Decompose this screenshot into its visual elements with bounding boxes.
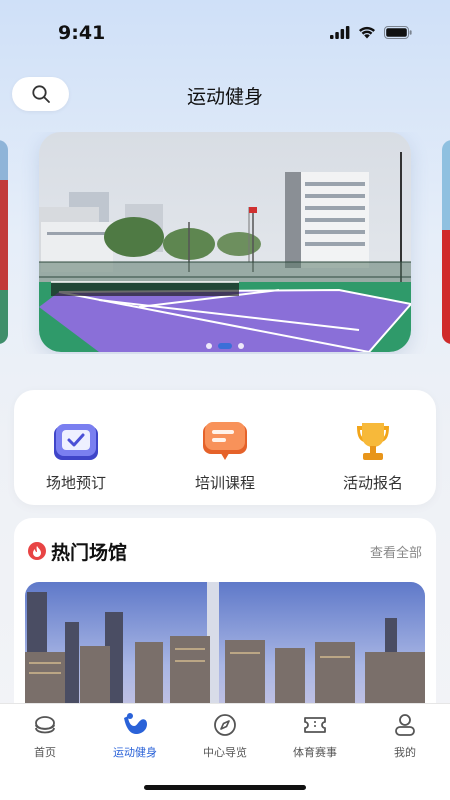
status-time: 9:41 — [58, 22, 106, 44]
carousel-indicator — [39, 343, 411, 349]
carousel-dot-active[interactable] — [218, 343, 232, 349]
wifi-icon — [359, 26, 375, 39]
battery-icon — [384, 26, 412, 39]
tab-label: 运动健身 — [113, 746, 157, 759]
calendar-check-icon — [54, 424, 98, 460]
fitness-icon — [124, 713, 147, 734]
quick-action-label: 培训课程 — [194, 474, 255, 492]
quick-action-label: 场地预订 — [45, 474, 106, 492]
ticket-icon — [304, 717, 326, 733]
carousel-dot[interactable] — [238, 343, 244, 349]
tab-sports-events[interactable]: 体育赛事 — [270, 712, 360, 760]
status-icons — [330, 26, 412, 39]
home-indicator[interactable] — [144, 785, 306, 790]
banner-next-slide[interactable] — [442, 140, 450, 344]
quick-actions-panel: 场地预订 培训课程 活动报名 — [14, 390, 436, 505]
view-all-link[interactable]: 查看全部 — [370, 542, 422, 561]
tab-label: 中心导览 — [203, 746, 247, 759]
chat-bubble-icon — [203, 422, 247, 460]
banner-carousel[interactable] — [0, 132, 450, 354]
tennis-court-image — [39, 132, 411, 352]
city-skyline-image — [25, 582, 425, 718]
signal-icon — [330, 26, 350, 39]
tab-label: 首页 — [34, 746, 56, 759]
hot-venues-header: 热门场馆 查看全部 — [14, 538, 436, 564]
tab-center-guide[interactable]: 中心导览 — [180, 712, 270, 760]
section-title: 热门场馆 — [51, 542, 128, 564]
status-bar: 9:41 — [0, 0, 450, 60]
quick-action-label: 活动报名 — [342, 474, 403, 492]
banner-prev-slide[interactable] — [0, 140, 8, 344]
tab-label: 我的 — [394, 746, 416, 759]
quick-action-training-courses[interactable]: 培训课程 — [165, 420, 285, 493]
quick-action-event-signup[interactable]: 活动报名 — [313, 420, 433, 493]
profile-icon — [395, 714, 415, 736]
venue-card-image[interactable] — [25, 582, 425, 718]
hot-venues-section: 热门场馆 查看全部 — [14, 518, 436, 718]
banner-slide-tennis-court[interactable] — [39, 132, 411, 352]
tab-label: 体育赛事 — [293, 746, 337, 759]
trophy-icon — [357, 423, 389, 460]
quick-action-venue-booking[interactable]: 场地预订 — [16, 420, 136, 493]
carousel-dot[interactable] — [206, 343, 212, 349]
tab-home[interactable]: 首页 — [0, 712, 90, 760]
fire-icon — [28, 542, 46, 560]
compass-icon — [214, 714, 236, 736]
tab-profile[interactable]: 我的 — [360, 712, 450, 760]
page-title: 运动健身 — [186, 86, 263, 108]
tab-fitness[interactable]: 运动健身 — [90, 712, 180, 760]
home-icon — [35, 716, 55, 734]
